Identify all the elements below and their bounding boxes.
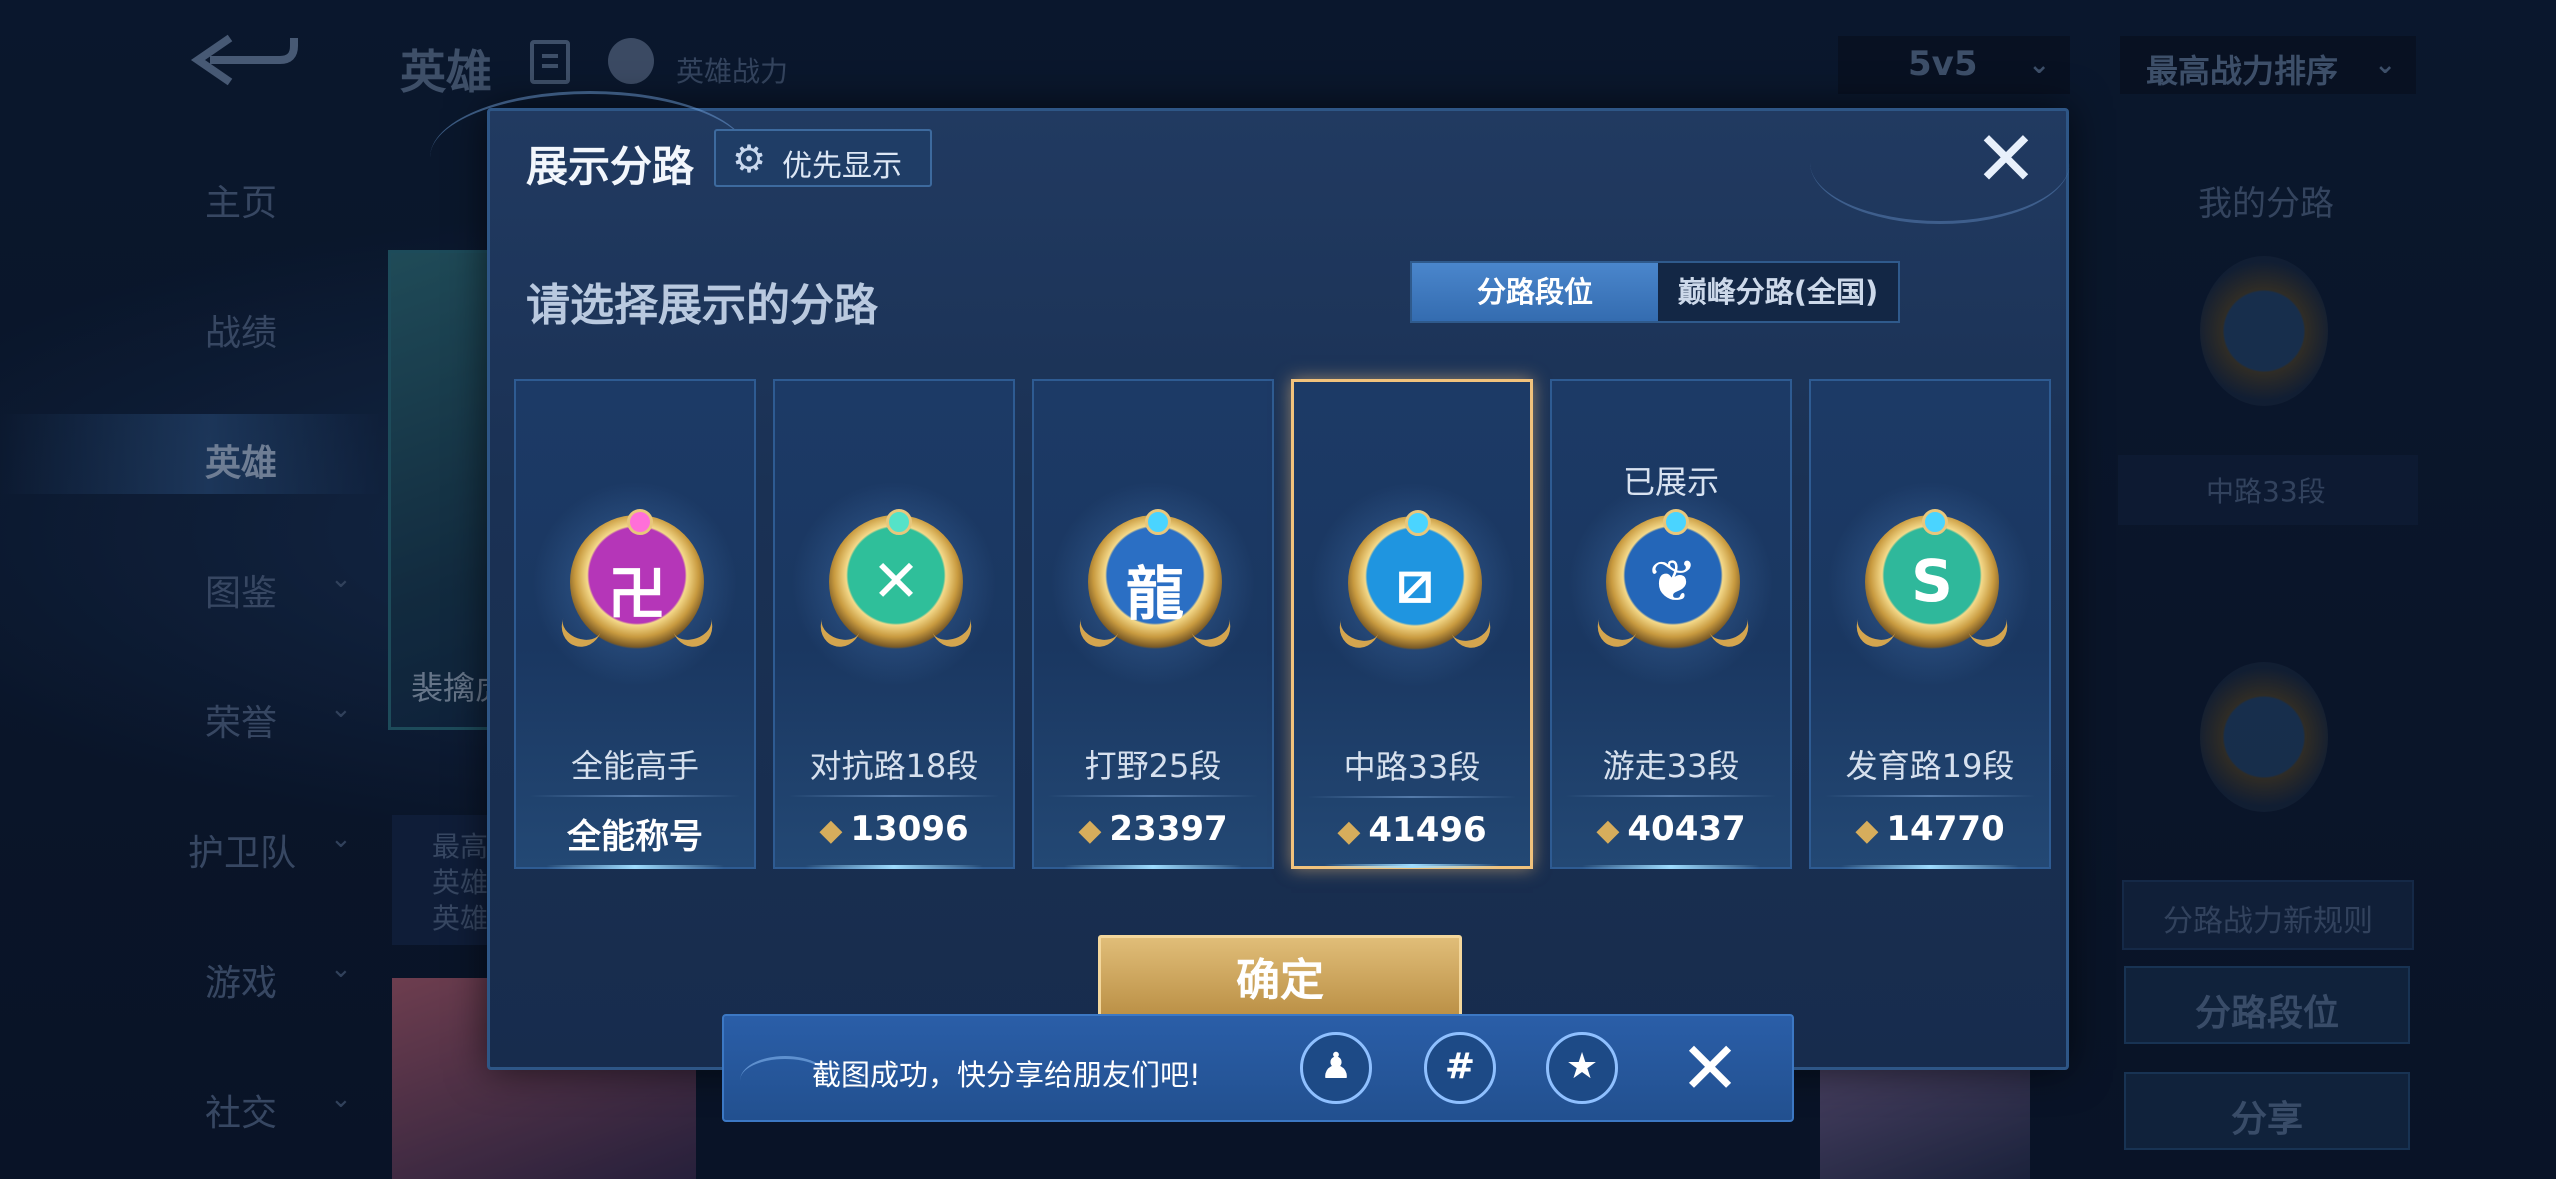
lane-name: 游走33段 <box>1602 747 1740 785</box>
close-icon[interactable]: ✕ <box>1672 1030 1748 1106</box>
lane-score-row: ◆ 23397 <box>1034 809 1272 849</box>
lane-score: 41496 <box>1368 810 1487 850</box>
lane-name: 中路33段 <box>1343 748 1481 786</box>
qzone-share-button[interactable]: ★ <box>1546 1032 1618 1104</box>
lane-card[interactable]: ⧄ 中路33段 ◆ 41496 <box>1291 379 1533 869</box>
lane-name: 对抗路18段 <box>809 747 979 785</box>
lane-status-label: 已展示 <box>1622 463 1719 501</box>
divider <box>1566 795 1776 797</box>
lane-mode-toggle: 分路段位 巅峰分路(全国) <box>1410 261 1900 323</box>
lane-name: 发育路19段 <box>1845 747 2015 785</box>
modal-prompt: 请选择展示的分路 <box>526 280 878 331</box>
divider <box>1308 796 1516 798</box>
lane-card[interactable]: 已展示 ❦ 游走33段 ◆ 40437 <box>1550 379 1792 869</box>
badge-gem <box>627 509 653 535</box>
card-bottom-glow <box>805 865 983 869</box>
tab-peak-lane-national[interactable]: 巅峰分路(全国) <box>1658 263 1898 321</box>
divider <box>1825 795 2035 797</box>
divider <box>530 795 740 797</box>
card-bottom-glow <box>1064 865 1242 869</box>
lane-card[interactable]: S 发育路19段 ◆ 14770 <box>1809 379 2051 869</box>
modal-header: 展示分路 ⚙ 优先显示 ✕ <box>430 91 2070 224</box>
lane-score-row: 全能称号 <box>516 809 754 858</box>
tab-lane-rank[interactable]: 分路段位 <box>1412 263 1658 321</box>
close-icon[interactable]: ✕ <box>1970 121 2042 197</box>
card-bottom-glow <box>546 865 724 869</box>
lane-name: 全能高手 <box>570 747 699 785</box>
badge-gem <box>1145 509 1171 535</box>
hashtag-icon: # <box>1444 1046 1476 1087</box>
priority-display-button[interactable]: ⚙ 优先显示 <box>714 129 932 187</box>
power-icon: ◆ <box>1855 813 1879 848</box>
badge-gem <box>886 509 912 535</box>
power-icon: ◆ <box>1337 814 1361 849</box>
farm-lane-badge-icon: S <box>1850 509 2014 653</box>
lane-card[interactable]: ✕ 对抗路18段 ◆ 13096 <box>773 379 1015 869</box>
lane-card[interactable]: 龍打野25段 ◆ 23397 <box>1032 379 1274 869</box>
jungle-badge-icon: 龍 <box>1073 509 1237 653</box>
screenshot-share-toast: 截图成功，快分享给朋友们吧! ♟ # ★ ✕ <box>722 1014 1794 1122</box>
lane-name: 打野25段 <box>1084 747 1222 785</box>
qq-icon: ♟ <box>1319 1046 1353 1087</box>
badge-gem <box>1663 509 1689 535</box>
lane-score: 40437 <box>1627 809 1746 849</box>
lane-score-row: ◆ 13096 <box>775 809 1013 849</box>
priority-display-label: 优先显示 <box>782 149 902 184</box>
lane-card[interactable]: 卍全能高手 全能称号 <box>514 379 756 869</box>
display-lane-modal: 展示分路 ⚙ 优先显示 ✕ 请选择展示的分路 分路段位 巅峰分路(全国) 卍全能… <box>430 91 2070 1070</box>
toast-message: 截图成功，快分享给朋友们吧! <box>812 1058 1201 1092</box>
divider <box>789 795 999 797</box>
clash-lane-badge-icon: ✕ <box>814 509 978 653</box>
badge-gem <box>1922 509 1948 535</box>
power-icon: ◆ <box>1078 813 1102 848</box>
badge-gem <box>1405 510 1431 536</box>
qq-share-button[interactable]: ♟ <box>1300 1032 1372 1104</box>
lane-score-row: ◆ 40437 <box>1552 809 1790 849</box>
modal-title: 展示分路 <box>526 142 695 191</box>
lane-score: 23397 <box>1109 809 1228 849</box>
divider <box>1048 795 1258 797</box>
lane-score: 14770 <box>1886 809 2005 849</box>
star-icon: ★ <box>1565 1046 1599 1087</box>
mid-lane-badge-icon: ⧄ <box>1333 510 1497 654</box>
card-bottom-glow <box>1841 865 2019 869</box>
lane-score: 全能称号 <box>567 817 703 857</box>
card-bottom-glow <box>1324 864 1500 868</box>
roam-badge-icon: ❦ <box>1591 509 1755 653</box>
gear-icon: ⚙ <box>732 137 767 181</box>
moments-share-button[interactable]: # <box>1424 1032 1496 1104</box>
lane-score-row: ◆ 41496 <box>1294 810 1530 850</box>
lane-score: 13096 <box>850 809 969 849</box>
card-bottom-glow <box>1582 865 1760 869</box>
power-icon: ◆ <box>819 813 843 848</box>
lane-score-row: ◆ 14770 <box>1811 809 2049 849</box>
power-icon: ◆ <box>1596 813 1620 848</box>
all-round-badge-icon: 卍 <box>555 509 719 653</box>
